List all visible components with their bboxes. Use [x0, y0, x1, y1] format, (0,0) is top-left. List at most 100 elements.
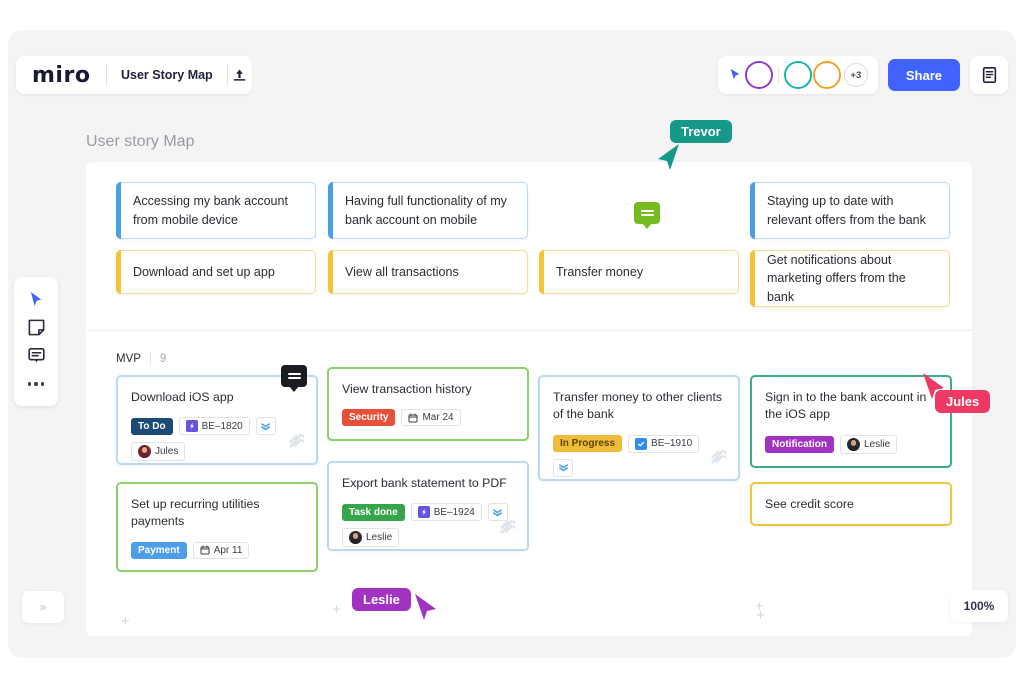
cursor-pointer-trevor — [656, 142, 682, 172]
ticket-chip[interactable]: BE–1910 — [628, 435, 699, 453]
epic-card[interactable]: Having full functionality of my bank acc… — [328, 182, 528, 239]
top-bar: miro User Story Map — [8, 30, 1016, 92]
epic-card-text: Having full functionality of my bank acc… — [345, 192, 511, 228]
epic-card[interactable]: Staying up to date with relevant offers … — [750, 182, 950, 239]
ticket-id: BE–1924 — [434, 507, 475, 518]
ticket-id: BE–1910 — [651, 438, 692, 449]
story-card[interactable]: Transfer money — [539, 250, 739, 294]
assignee-chip[interactable]: Jules — [131, 442, 185, 461]
task-card[interactable]: Download iOS app To Do BE–1820 — [116, 375, 318, 465]
notes-panel-icon — [981, 66, 998, 84]
task-card[interactable]: See credit score — [750, 482, 952, 526]
task-meta-row: In Progress BE–1910 — [553, 435, 725, 477]
zoom-level-indicator[interactable]: 100% — [950, 590, 1008, 622]
board-header-pill: miro User Story Map — [16, 56, 252, 94]
status-badge[interactable]: Task done — [342, 504, 405, 521]
upload-button[interactable] — [227, 56, 252, 94]
status-badge[interactable]: In Progress — [553, 435, 622, 452]
due-date-text: Apr 11 — [214, 545, 243, 556]
cursor-label-jules: Jules — [935, 390, 990, 413]
task-meta-row: To Do BE–1820 — [131, 417, 303, 435]
story-card[interactable]: Download and set up app — [116, 250, 316, 294]
calendar-icon — [200, 545, 210, 555]
divider — [778, 66, 779, 84]
ticket-chip[interactable]: BE–1924 — [411, 503, 482, 521]
task-assignee-row: Jules — [131, 442, 303, 461]
comment-pin-green[interactable] — [634, 202, 660, 224]
tool-sticky-note[interactable] — [23, 315, 49, 339]
story-card[interactable]: View all transactions — [328, 250, 528, 294]
left-toolbar — [14, 277, 58, 406]
select-cursor-icon — [29, 291, 44, 308]
task-title: Download iOS app — [131, 389, 303, 406]
epic-card[interactable]: Accessing my bank account from mobile de… — [116, 182, 316, 239]
task-card[interactable]: Export bank statement to PDF Task done B… — [327, 461, 529, 551]
avatar[interactable] — [786, 63, 810, 87]
task-card[interactable]: Set up recurring utilities payments Paym… — [116, 482, 318, 572]
miro-board-app: miro User Story Map — [0, 0, 1024, 683]
label-badge[interactable]: Notification — [765, 436, 834, 453]
task-title: See credit score — [765, 496, 854, 513]
cursor-label-trevor: Trevor — [670, 120, 732, 143]
avatar — [847, 438, 860, 451]
avatar-overflow-count[interactable]: +3 — [844, 63, 868, 87]
add-card-button[interactable]: + — [121, 614, 130, 629]
task-title: Transfer money to other clients of the b… — [553, 389, 725, 424]
tool-comment[interactable] — [23, 344, 49, 368]
comment-icon — [641, 208, 654, 218]
add-card-button[interactable]: + — [756, 608, 765, 623]
story-card-text: Get notifications about marketing offers… — [767, 251, 933, 305]
avatar — [349, 531, 362, 544]
board-title[interactable]: User Story Map — [107, 68, 227, 82]
ticket-chip[interactable]: BE–1820 — [179, 417, 250, 435]
story-card[interactable]: Get notifications about marketing offers… — [750, 250, 950, 307]
priority-chevrons-icon[interactable] — [256, 417, 276, 435]
add-card-button[interactable]: + — [332, 602, 341, 617]
task-meta-row: Security Mar 24 — [342, 409, 514, 426]
task-title: View transaction history — [342, 381, 514, 398]
comment-icon — [288, 371, 301, 381]
cursor-label-leslie: Leslie — [352, 588, 411, 611]
task-title: Set up recurring utilities payments — [131, 496, 303, 531]
release-label[interactable]: MVP 9 — [116, 352, 166, 365]
canvas-frame-title[interactable]: User story Map — [86, 133, 194, 151]
upload-icon — [231, 67, 248, 84]
comment-pin-dark[interactable] — [281, 365, 307, 387]
release-name: MVP — [116, 353, 141, 365]
task-card[interactable]: View transaction history Security Mar 24 — [327, 367, 529, 441]
due-date-chip[interactable]: Mar 24 — [401, 409, 460, 426]
status-badge[interactable]: To Do — [131, 418, 173, 435]
tool-more-options[interactable] — [23, 372, 49, 396]
story-map-board: Accessing my bank account from mobile de… — [86, 162, 972, 636]
avatar[interactable] — [747, 63, 771, 87]
assignee-name: Jules — [155, 446, 178, 457]
share-button[interactable]: Share — [888, 59, 960, 91]
label-badge[interactable]: Payment — [131, 542, 187, 559]
divider — [150, 352, 151, 365]
notes-panel-button[interactable] — [970, 56, 1008, 94]
avatar[interactable] — [815, 63, 839, 87]
ticket-id: BE–1820 — [202, 421, 243, 432]
assignee-chip[interactable]: Leslie — [342, 528, 399, 547]
story-card-text: View all transactions — [345, 263, 459, 281]
expand-panel-button[interactable]: » — [22, 591, 64, 623]
jira-arrows-icon — [288, 430, 307, 454]
miro-logo[interactable]: miro — [16, 63, 106, 88]
calendar-icon — [408, 413, 418, 423]
assignee-chip[interactable]: Leslie — [840, 435, 897, 454]
due-date-chip[interactable]: Apr 11 — [193, 542, 250, 559]
label-badge[interactable]: Security — [342, 409, 395, 426]
epic-card-text: Accessing my bank account from mobile de… — [133, 192, 299, 228]
follow-cursor-icon[interactable] — [728, 68, 742, 82]
task-title: Sign in to the bank account in the iOS a… — [765, 389, 937, 424]
section-divider — [86, 330, 972, 331]
story-card-text: Download and set up app — [133, 263, 275, 281]
priority-chevrons-icon[interactable] — [553, 459, 573, 477]
task-card[interactable]: Transfer money to other clients of the b… — [538, 375, 740, 481]
due-date-text: Mar 24 — [422, 412, 453, 423]
task-meta-row: Task done BE–1924 — [342, 503, 514, 521]
assignee-name: Leslie — [366, 532, 392, 543]
tool-select[interactable] — [23, 287, 49, 311]
epic-card-text: Staying up to date with relevant offers … — [767, 192, 933, 228]
task-meta-row: Notification Leslie — [765, 435, 937, 454]
